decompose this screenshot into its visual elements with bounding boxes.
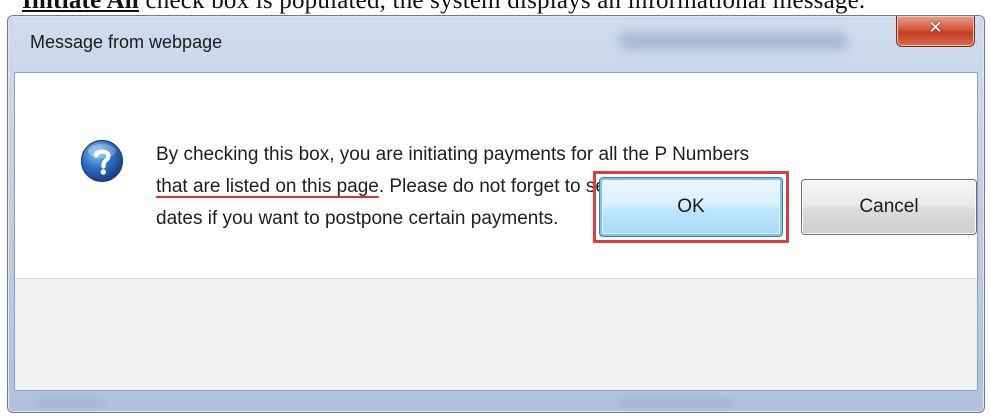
message-line-1: By checking this box, you are initiating…	[156, 144, 750, 165]
document-underlined-text: Initiate All	[22, 0, 139, 14]
blurred-background-content	[36, 399, 106, 407]
message-area: By checking this box, you are initiating…	[15, 73, 977, 278]
question-icon	[80, 139, 124, 183]
cancel-button[interactable]: Cancel	[801, 179, 977, 235]
dialog-title: Message from webpage	[30, 32, 223, 52]
document-rest-text: check box is populated, the system displ…	[139, 0, 866, 14]
dialog-titlebar[interactable]: Message from webpage ✕	[8, 16, 984, 72]
blurred-titlebar-content	[618, 32, 848, 50]
blurred-background-content	[615, 399, 735, 407]
message-dialog: Message from webpage ✕ By checking this …	[7, 15, 985, 413]
message-underlined-phrase: that are listed on this page	[156, 176, 379, 197]
close-icon: ✕	[928, 18, 943, 38]
document-text: Initiate All check box is populated, the…	[22, 0, 865, 15]
dialog-content: By checking this box, you are initiating…	[14, 72, 978, 391]
button-bar	[15, 278, 977, 390]
ok-button[interactable]: OK	[599, 177, 783, 237]
close-button[interactable]: ✕	[896, 16, 975, 47]
